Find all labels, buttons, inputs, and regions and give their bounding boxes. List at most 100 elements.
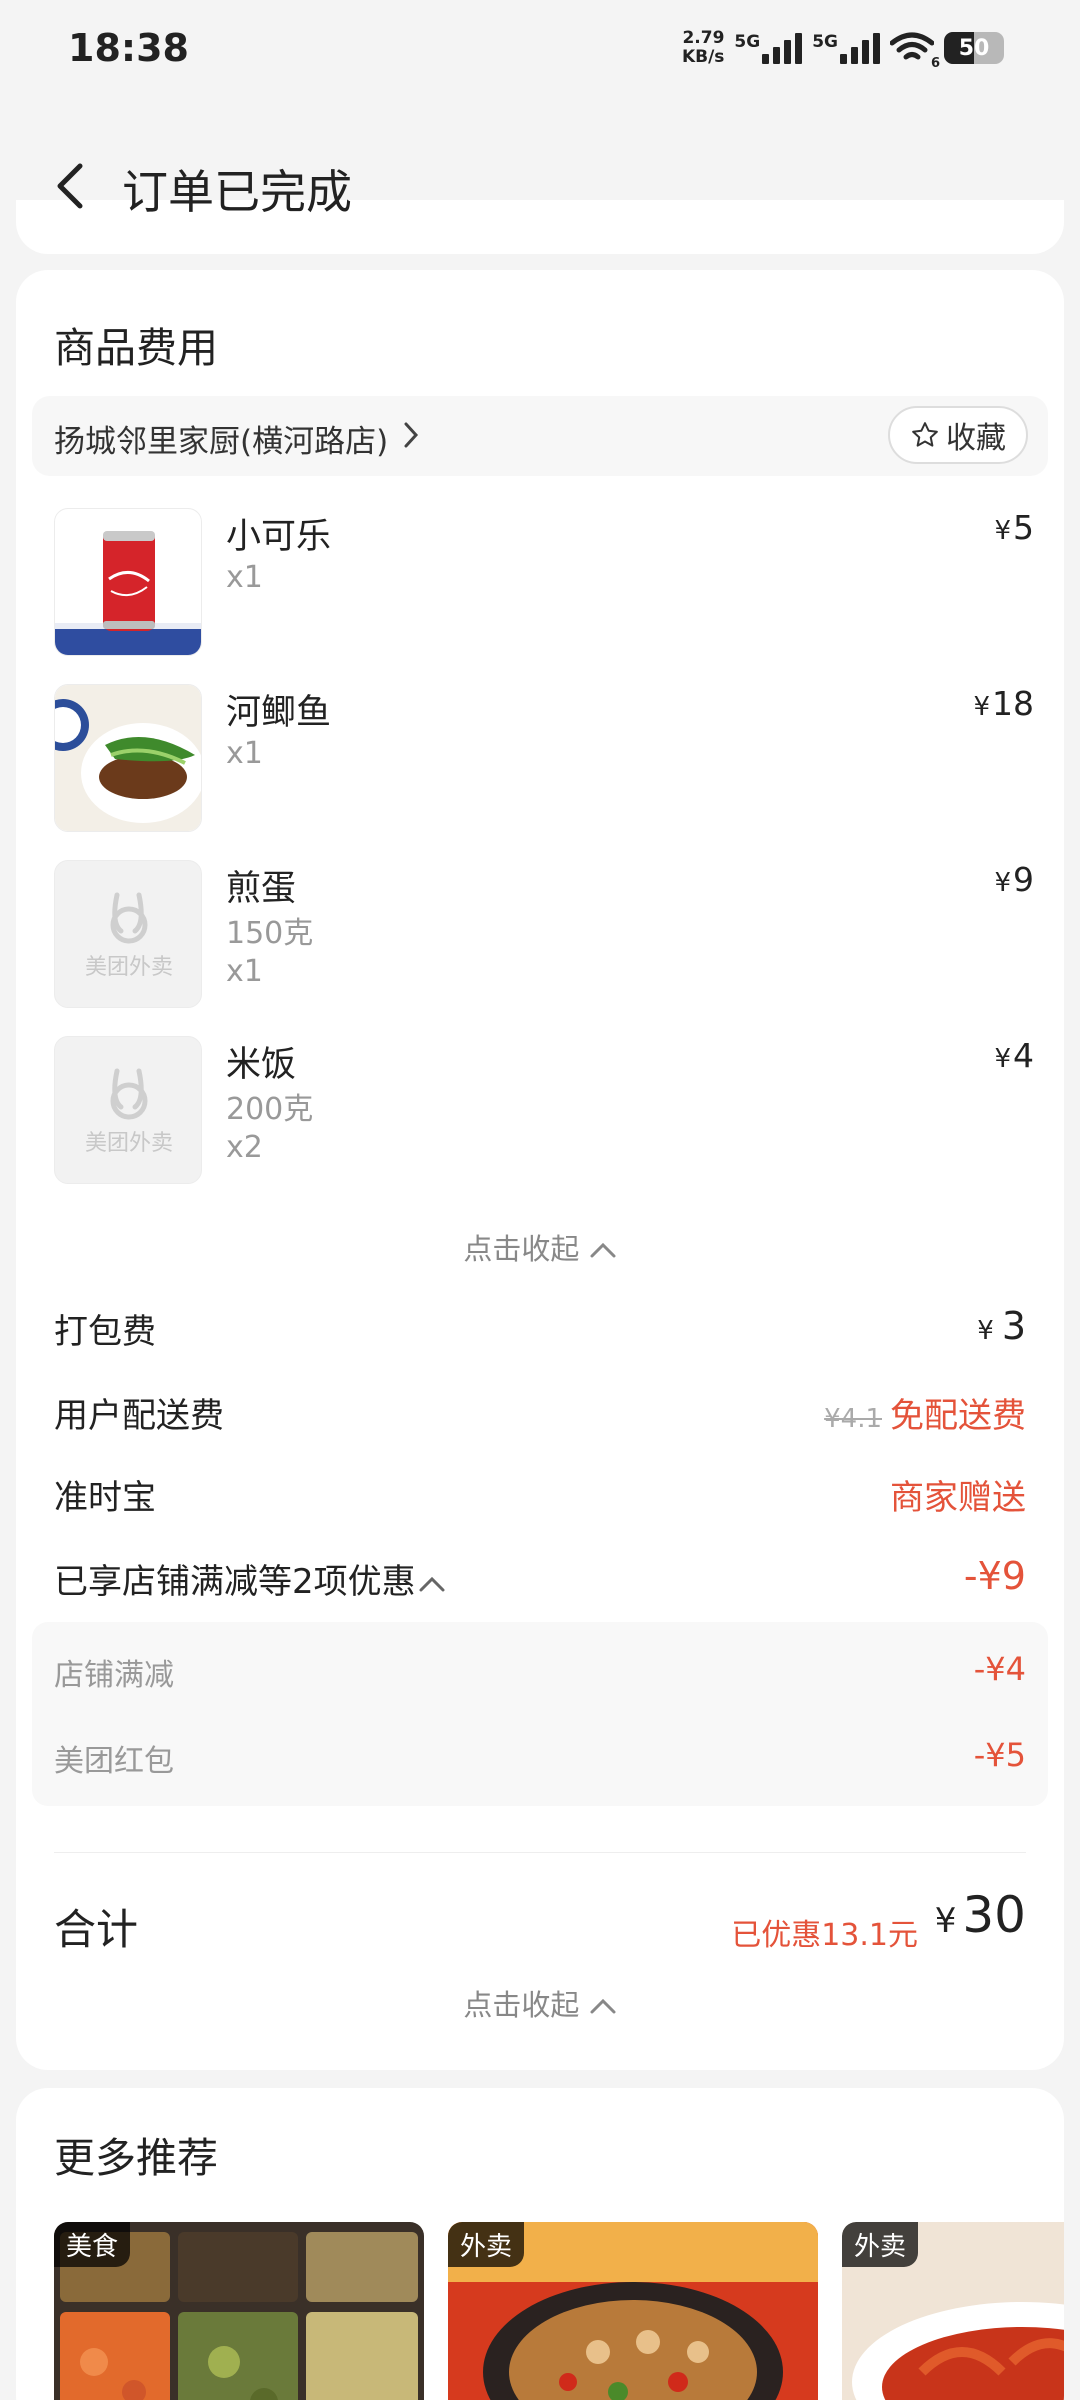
network-speed: 2.79 KB/s [682, 29, 724, 67]
packing-fee-value: ¥3 [977, 1304, 1026, 1348]
ontime-label: 准时宝 [54, 1478, 156, 1518]
total-label: 合计 [54, 1905, 139, 1954]
recommend-title: 更多推荐 [54, 2134, 218, 2182]
item-price-value: 9 [1013, 860, 1034, 899]
item-spec: 200克 [226, 1092, 314, 1127]
packing-fee-row: 打包费 ¥3 [54, 1304, 1026, 1354]
order-item[interactable]: 小可乐 x1 ¥5 [54, 508, 1034, 658]
item-price: ¥5 [994, 508, 1034, 547]
signal-2-icon: 5G [812, 32, 880, 64]
delivery-original-price: ¥4.1 [824, 1404, 882, 1434]
item-image-placeholder: 美团外卖 [54, 1036, 202, 1184]
discount-label: 美团红包 [54, 1744, 174, 1779]
chevron-up-icon [419, 1576, 445, 1592]
goods-section-title: 商品费用 [54, 324, 218, 372]
item-price: ¥4 [994, 1036, 1034, 1075]
recommend-tag: 外卖 [842, 2222, 919, 2267]
item-quantity: x1 [226, 954, 263, 989]
favorite-label: 收藏 [946, 421, 1006, 456]
discounts-toggle[interactable]: 已享店铺满减等2项优惠 -¥9 [54, 1554, 1026, 1604]
total-amount-value: 30 [962, 1886, 1026, 1944]
discount-row: 店铺满减 -¥4 [54, 1650, 1026, 1694]
item-price-value: 18 [992, 684, 1034, 723]
item-name: 米饭 [226, 1045, 297, 1085]
total-amount: ¥30 [935, 1886, 1026, 1944]
store-name[interactable]: 扬城邻里家厨(横河路店) [54, 416, 388, 461]
discounts-label-text: 已享店铺满减等2项优惠 [54, 1562, 416, 1602]
delivery-fee-value: ¥4.1 免配送费 [824, 1388, 1026, 1437]
item-image-fish [54, 684, 202, 832]
item-spec: 150克 [226, 916, 314, 951]
signal-1-icon: 5G [734, 32, 803, 64]
chevron-right-icon [402, 420, 420, 458]
discounts-total: -¥9 [963, 1554, 1026, 1598]
network-speed-unit: KB/s [681, 47, 725, 67]
item-quantity: x1 [226, 560, 263, 595]
item-image-coke [54, 508, 202, 656]
packing-fee-amount: 3 [1001, 1304, 1026, 1348]
collapse-total-label: 点击收起 [463, 1988, 580, 2022]
item-name: 河鲫鱼 [226, 693, 332, 733]
order-item[interactable]: 美团外卖 煎蛋 150克 x1 ¥9 [54, 860, 1034, 1010]
order-item[interactable]: 美团外卖 米饭 200克 x2 ¥4 [54, 1036, 1034, 1186]
free-delivery-text: 免配送费 [890, 1396, 1026, 1436]
status-icons: 2.79 KB/s 5G 5G 6 50 [682, 26, 1004, 71]
currency-symbol: ¥ [934, 1901, 957, 1941]
recommend-list: 美食 外卖 外卖 [54, 2222, 1064, 2400]
back-button[interactable] [50, 160, 90, 212]
item-name: 煎蛋 [226, 869, 297, 909]
page-title: 订单已完成 [122, 165, 352, 219]
total-saved: 已优惠13.1元 [731, 1918, 918, 1953]
recommend-tag: 外卖 [448, 2222, 525, 2267]
signal-1-label: 5G [734, 32, 761, 52]
delivery-fee-label: 用户配送费 [54, 1396, 224, 1436]
item-price: ¥18 [973, 684, 1034, 723]
delivery-fee-row: 用户配送费 ¥4.1 免配送费 [54, 1388, 1026, 1438]
collapse-items-label: 点击收起 [463, 1232, 580, 1266]
ontime-row: 准时宝 商家赠送 [54, 1470, 1026, 1520]
meituan-rabbit-icon [110, 1068, 148, 1120]
order-item[interactable]: 河鲫鱼 x1 ¥18 [54, 684, 1034, 834]
discounts-label: 已享店铺满减等2项优惠 [54, 1554, 446, 1603]
item-price-value: 4 [1013, 1036, 1034, 1075]
item-quantity: x2 [226, 1130, 263, 1165]
packing-fee-label: 打包费 [54, 1312, 156, 1352]
discount-label: 店铺满减 [54, 1658, 174, 1693]
placeholder-brand: 美团外卖 [84, 1131, 173, 1156]
item-price-value: 5 [1013, 508, 1034, 547]
discount-row: 美团红包 -¥5 [54, 1736, 1026, 1780]
wifi-badge: 6 [930, 56, 940, 71]
item-image-placeholder: 美团外卖 [54, 860, 202, 1008]
recommend-item[interactable]: 美食 [54, 2222, 424, 2400]
collapse-items-button[interactable]: 点击收起 [16, 1226, 1064, 1268]
signal-2-label: 5G [812, 32, 838, 52]
discount-detail-box: 店铺满减 -¥4 美团红包 -¥5 [32, 1622, 1048, 1806]
placeholder-brand: 美团外卖 [84, 955, 173, 980]
wifi-icon: 6 [889, 31, 940, 71]
store-bar[interactable]: 扬城邻里家厨(横河路店) 收藏 [32, 396, 1048, 476]
recommend-item[interactable]: 外卖 [448, 2222, 818, 2400]
currency-symbol: ¥ [994, 1044, 1011, 1074]
item-price: ¥9 [994, 860, 1034, 899]
currency-symbol: ¥ [973, 692, 990, 722]
divider [54, 1852, 1026, 1853]
recommend-card: 更多推荐 美食 外卖 外卖 [16, 2088, 1064, 2400]
collapse-total-button[interactable]: 点击收起 [16, 1982, 1064, 2024]
network-speed-value: 2.79 [682, 28, 725, 48]
recommend-item[interactable]: 外卖 [842, 2222, 1064, 2400]
currency-symbol: ¥ [994, 516, 1011, 546]
battery-icon: 50 [944, 32, 1004, 64]
chevron-up-icon [590, 1242, 616, 1258]
favorite-button[interactable]: 收藏 [888, 406, 1028, 464]
currency-symbol: ¥ [994, 868, 1011, 898]
status-time: 18:38 [68, 26, 189, 70]
discount-value: -¥5 [973, 1736, 1026, 1774]
status-bar: 18:38 2.79 KB/s 5G 5G 6 50 [0, 0, 1080, 100]
discount-value: -¥4 [973, 1650, 1026, 1688]
recommend-tag: 美食 [54, 2222, 131, 2267]
chevron-up-icon [590, 1998, 616, 2014]
currency-symbol: ¥ [977, 1316, 994, 1346]
back-arrow-icon [57, 163, 83, 209]
battery-level: 50 [958, 35, 990, 61]
meituan-rabbit-icon [110, 892, 148, 944]
